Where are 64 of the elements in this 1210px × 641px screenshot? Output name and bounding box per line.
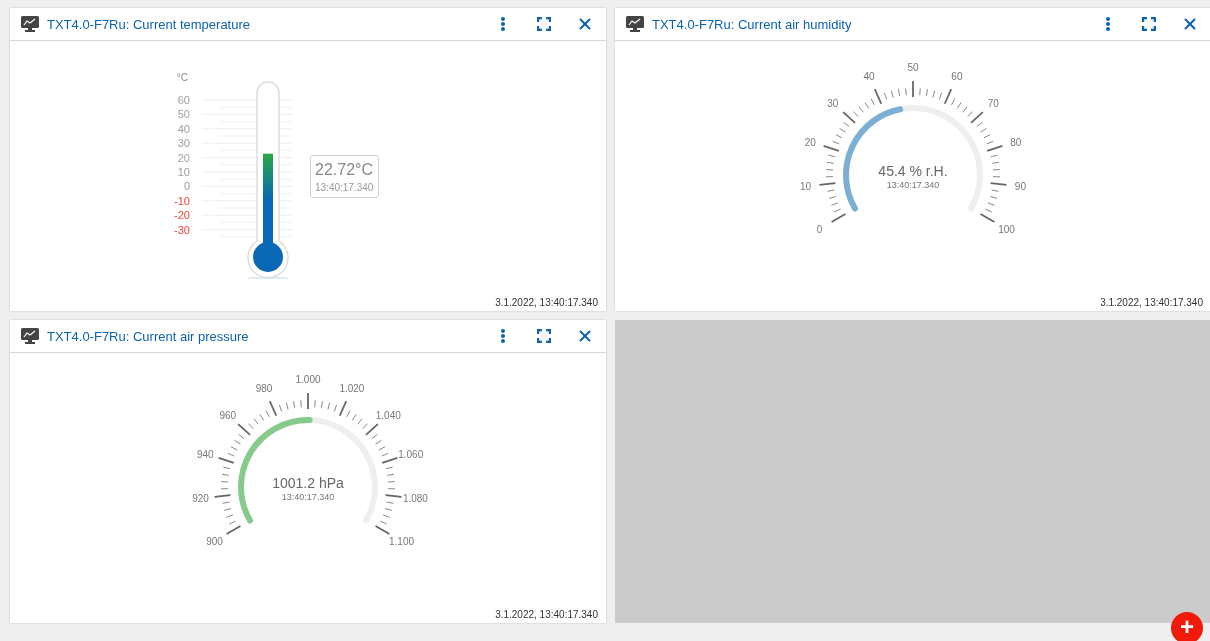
- scale-label: 0: [816, 224, 823, 235]
- scale-label: 1.020: [339, 383, 365, 395]
- add-button[interactable]: +: [1171, 612, 1203, 641]
- scale-label: 60: [951, 71, 963, 83]
- timestamp: 3.1.2022, 13:40:17.340: [1100, 296, 1203, 308]
- scale-label: 0: [183, 180, 190, 193]
- scale-label: -20: [174, 209, 190, 222]
- scale-label: 1.080: [402, 493, 428, 505]
- fullscreen-icon: [1142, 17, 1156, 31]
- scale-label: 1.040: [375, 409, 401, 421]
- scale-label: 40: [177, 122, 190, 135]
- reading-time: 13:40:17.340: [281, 492, 335, 502]
- tick-mark: [912, 80, 914, 98]
- scale-label: 10: [800, 181, 812, 193]
- more-icon: [501, 329, 505, 343]
- fullscreen-icon: [537, 329, 551, 343]
- scale-label: 40: [863, 71, 875, 83]
- scale-label: 980: [255, 383, 273, 395]
- more-icon: [1106, 17, 1110, 31]
- scale-label: 20: [177, 151, 190, 164]
- scale-label: 60: [177, 94, 190, 106]
- scale-label: 960: [219, 409, 237, 421]
- scale-label: 1.060: [398, 448, 424, 460]
- scale-label: 30: [177, 137, 190, 150]
- scale-label: 50: [177, 108, 190, 121]
- more-icon: [501, 17, 505, 31]
- close-icon: [1181, 15, 1199, 33]
- panel-title: TXT4.0-F7Ru: Current temperature: [47, 16, 252, 32]
- monitor-chart-icon: [21, 16, 39, 32]
- temperature-value: 22.72°C: [315, 161, 374, 179]
- close-icon: [576, 327, 594, 345]
- scale-label: 1.000: [295, 374, 321, 385]
- tick-mark: [989, 182, 1008, 186]
- reading-time: 13:40:17.340: [315, 182, 374, 193]
- scale-label: 920: [192, 493, 209, 505]
- tick-mark: [818, 182, 837, 186]
- scale-label: 900: [206, 536, 223, 547]
- tick-mark: [213, 494, 232, 498]
- panel-title: TXT4.0-F7Ru: Current air humidity: [652, 16, 853, 32]
- scale-label: 50: [907, 62, 919, 73]
- panel-title: TXT4.0-F7Ru: Current air pressure: [47, 328, 250, 344]
- scale-label: 20: [804, 136, 816, 148]
- tick-mark: [307, 392, 309, 410]
- close-icon: [576, 15, 594, 33]
- scale-label: 940: [196, 448, 214, 460]
- monitor-chart-icon: [21, 328, 39, 344]
- scale-label: -10: [174, 194, 190, 207]
- tick-mark: [384, 494, 403, 498]
- gauge-value: 45.4 % r.H.: [878, 163, 948, 179]
- fullscreen-icon: [537, 17, 551, 31]
- scale-label: 90: [1014, 181, 1026, 193]
- scale-label: 10: [177, 166, 190, 178]
- monitor-chart-icon: [626, 16, 644, 32]
- scale-label: -30: [174, 223, 190, 236]
- scale-label: 70: [987, 97, 999, 109]
- reading-time: 13:40:17.340: [886, 180, 940, 190]
- gauge-value: 1001.2 hPa: [272, 475, 344, 491]
- unit-label: °C: [176, 72, 188, 83]
- scale-label: 80: [1010, 136, 1022, 148]
- scale-label: 30: [827, 97, 839, 109]
- timestamp: 3.1.2022, 13:40:17.340: [495, 296, 598, 308]
- scale-label: 100: [998, 224, 1015, 235]
- timestamp: 3.1.2022, 13:40:17.340: [495, 608, 598, 620]
- scale-label: 1.100: [389, 536, 415, 547]
